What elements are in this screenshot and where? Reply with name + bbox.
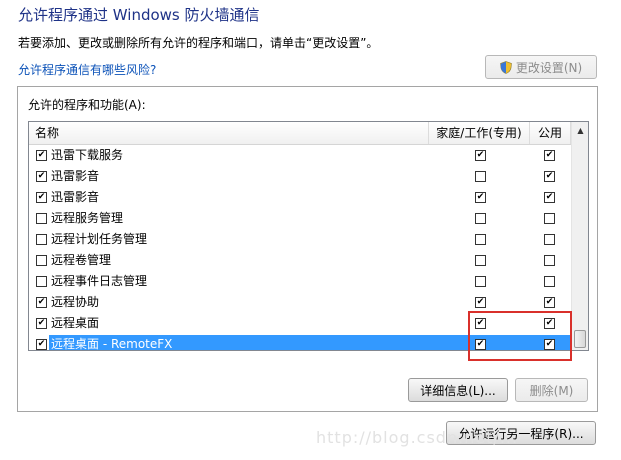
home-work-checkbox[interactable]	[475, 171, 486, 182]
list-item[interactable]: 远程服务管理	[29, 208, 571, 229]
column-header-name[interactable]: 名称	[29, 122, 429, 144]
public-checkbox[interactable]	[544, 213, 555, 224]
program-name: 远程计划任务管理	[51, 232, 148, 246]
home-work-checkbox[interactable]	[475, 213, 486, 224]
list-item[interactable]: 远程事件日志管理	[29, 271, 571, 292]
home-work-checkbox[interactable]	[475, 255, 486, 266]
programs-group: 允许的程序和功能(A): 名称 家庭/工作(专用) 公用 ✔ 迅雷下载服务 ✔ ✔ ✔ 迅…	[17, 86, 598, 412]
public-checkbox[interactable]: ✔	[544, 150, 555, 161]
enable-checkbox[interactable]	[36, 213, 47, 224]
program-name: 远程桌面	[51, 316, 100, 330]
details-button[interactable]: 详细信息(L)...	[408, 378, 508, 402]
home-work-checkbox[interactable]	[475, 276, 486, 287]
enable-checkbox[interactable]: ✔	[36, 339, 47, 350]
list-header: 名称 家庭/工作(专用) 公用	[29, 122, 571, 145]
home-work-checkbox[interactable]: ✔	[475, 150, 486, 161]
shield-icon	[500, 60, 512, 74]
scroll-thumb[interactable]	[574, 330, 586, 348]
public-checkbox[interactable]	[544, 234, 555, 245]
risk-link[interactable]: 允许程序通信有哪些风险?	[18, 61, 156, 78]
public-checkbox[interactable]	[544, 255, 555, 266]
group-label: 允许的程序和功能(A):	[28, 98, 146, 112]
column-header-public[interactable]: 公用	[530, 122, 571, 144]
home-work-checkbox[interactable]: ✔	[475, 297, 486, 308]
public-checkbox[interactable]: ✔	[544, 192, 555, 203]
public-checkbox[interactable]: ✔	[544, 171, 555, 182]
enable-checkbox[interactable]: ✔	[36, 150, 47, 161]
program-name: 迅雷下载服务	[51, 148, 124, 162]
program-name: 远程卷管理	[51, 253, 112, 267]
watermark: http://blog.csdn.net/...	[316, 428, 519, 447]
program-name: 远程协助	[51, 295, 100, 309]
change-settings-label: 更改设置(N)	[515, 60, 583, 75]
enable-checkbox[interactable]: ✔	[36, 297, 47, 308]
list-item[interactable]: 远程计划任务管理	[29, 229, 571, 250]
public-checkbox[interactable]	[544, 276, 555, 287]
highlight-annotation	[468, 311, 572, 361]
program-name: 远程事件日志管理	[51, 274, 148, 288]
page-title: 允许程序通过 Windows 防火墙通信	[18, 6, 260, 24]
enable-checkbox[interactable]	[36, 276, 47, 287]
vertical-scrollbar[interactable]: ▲	[571, 122, 588, 350]
program-name: 远程桌面 - RemoteFX	[51, 337, 173, 351]
list-item[interactable]: ✔ 远程协助 ✔ ✔	[29, 292, 571, 313]
list-item[interactable]: 远程卷管理	[29, 250, 571, 271]
delete-label: 删除(M)	[529, 383, 574, 398]
details-label: 详细信息(L)...	[420, 383, 496, 398]
public-checkbox[interactable]: ✔	[544, 297, 555, 308]
enable-checkbox[interactable]	[36, 255, 47, 266]
enable-checkbox[interactable]: ✔	[36, 171, 47, 182]
delete-button[interactable]: 删除(M)	[515, 378, 588, 402]
program-name: 迅雷影音	[51, 190, 100, 204]
scroll-up-icon[interactable]: ▲	[572, 122, 588, 139]
home-work-checkbox[interactable]	[475, 234, 486, 245]
home-work-checkbox[interactable]: ✔	[475, 192, 486, 203]
enable-checkbox[interactable]	[36, 234, 47, 245]
program-name: 迅雷影音	[51, 169, 100, 183]
enable-checkbox[interactable]: ✔	[36, 192, 47, 203]
list-item[interactable]: ✔ 迅雷下载服务 ✔ ✔	[29, 145, 571, 166]
column-header-home[interactable]: 家庭/工作(专用)	[429, 122, 530, 144]
list-item[interactable]: ✔ 迅雷影音 ✔ ✔	[29, 187, 571, 208]
description-text: 若要添加、更改或删除所有允许的程序和端口，请单击“更改设置”。	[18, 36, 379, 50]
enable-checkbox[interactable]: ✔	[36, 318, 47, 329]
list-item[interactable]: ✔ 迅雷影音 ✔	[29, 166, 571, 187]
change-settings-button[interactable]: 更改设置(N)	[485, 55, 597, 79]
program-name: 远程服务管理	[51, 211, 124, 225]
